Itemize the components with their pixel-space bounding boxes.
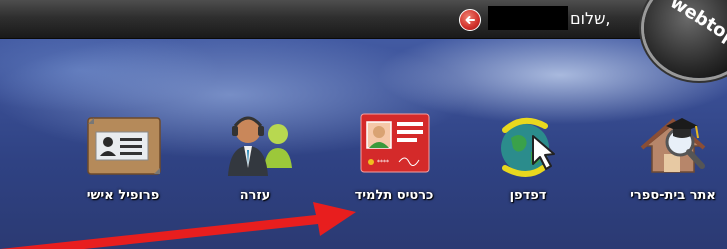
webtop-desktop: שלום, webtop אתר בית-ספרי דפדפן **** כרט… (0, 0, 727, 249)
annotation-arrow-icon (0, 202, 356, 249)
